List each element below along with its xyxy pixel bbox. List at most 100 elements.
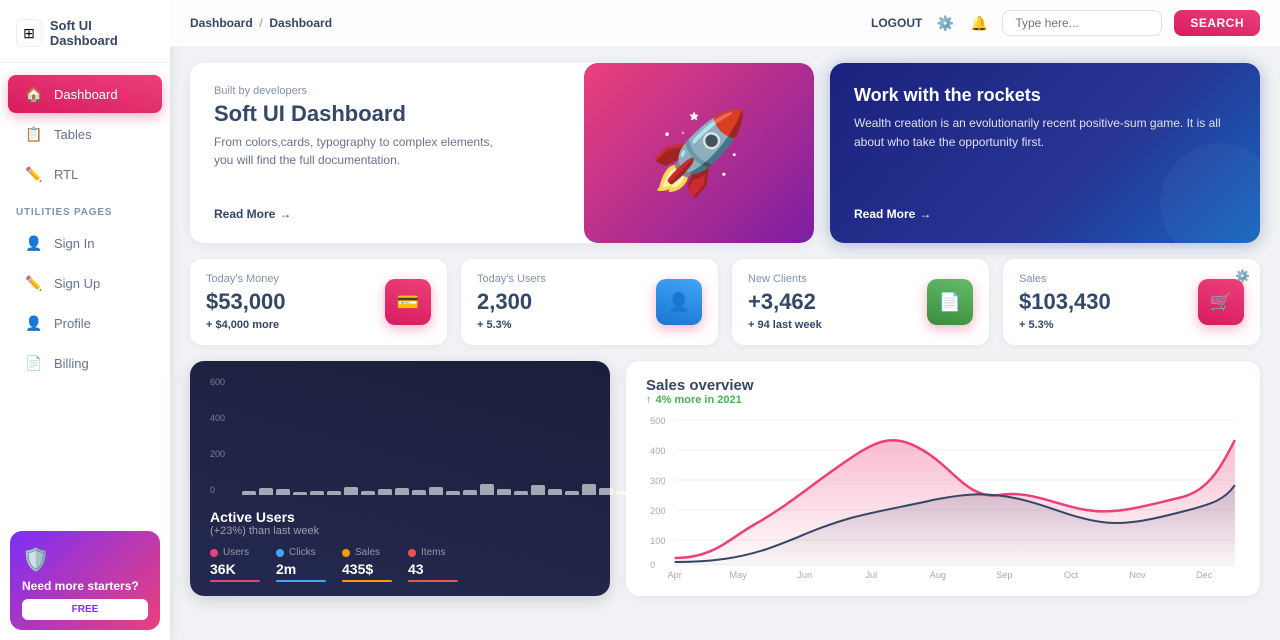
sidebar-item-signup[interactable]: ✏️ Sign Up (8, 264, 162, 302)
sidebar-item-billing[interactable]: 📄 Billing (8, 344, 162, 382)
logout-button[interactable]: LOGOUT (871, 16, 922, 30)
sidebar-item-tables[interactable]: 📋 Tables (8, 115, 162, 153)
legend-sales: Sales 435$ (342, 547, 392, 582)
dark-read-more[interactable]: Read More → (854, 207, 1236, 221)
rocket-icon: 🚀 (649, 106, 749, 200)
sidebar-label-tables: Tables (54, 127, 92, 142)
sidebar-item-rtl[interactable]: ✏️ RTL (8, 155, 162, 193)
header-right: LOGOUT ⚙️ 🔔 SEARCH (871, 10, 1260, 36)
sidebar-label-profile: Profile (54, 316, 91, 331)
promo-button[interactable]: FREE (22, 599, 148, 620)
profile-icon: 👤 (24, 313, 44, 333)
bar-item (446, 491, 460, 495)
hero-rocket-bg: 🚀 (584, 63, 814, 243)
bar-item (310, 491, 324, 495)
sidebar-label-billing: Billing (54, 356, 89, 371)
sidebar: ⊞ Soft UI Dashboard 🏠 Dashboard 📋 Tables… (0, 0, 170, 640)
stat-clients-label: New Clients (748, 273, 822, 285)
utilities-section-label: UTILITIES PAGES (0, 195, 170, 222)
gear-corner-icon[interactable]: ⚙️ (1235, 269, 1250, 283)
legend-items-value: 43 (408, 561, 458, 577)
svg-text:Sep: Sep (996, 570, 1012, 580)
line-chart-subtitle: ↑ 4% more in 2021 (646, 394, 1240, 406)
legend-users-bar (210, 580, 260, 582)
stat-card-sales: ⚙️ Sales $103,430 + 5.3% 🛒 (1003, 259, 1260, 345)
sidebar-logo: ⊞ Soft UI Dashboard (0, 0, 170, 63)
stat-users-info: Today's Users 2,300 + 5.3% (477, 273, 546, 331)
stat-sales-label: Sales (1019, 273, 1111, 285)
line-chart-title: Sales overview (646, 377, 1240, 394)
dark-card-description: Wealth creation is an evolutionarily rec… (854, 114, 1236, 152)
sidebar-item-signin[interactable]: 👤 Sign In (8, 224, 162, 262)
logo-text: Soft UI Dashboard (50, 18, 154, 48)
y-label-600: 600 (210, 377, 225, 387)
legend-users-label: Users (223, 547, 249, 558)
breadcrumb-current: Dashboard (269, 16, 332, 30)
svg-text:Jun: Jun (797, 570, 812, 580)
trending-up-icon: ↑ (646, 394, 652, 406)
legend-sales-dot (342, 549, 350, 557)
legend-items: Items 43 (408, 547, 458, 582)
legend-clicks-dot (276, 549, 284, 557)
main-content: Dashboard / Dashboard LOGOUT ⚙️ 🔔 SEARCH… (170, 0, 1280, 640)
bar-item (480, 484, 494, 495)
line-chart-svg: 500 400 300 200 100 0 (646, 410, 1240, 580)
stat-money-change: + $4,000 more (206, 319, 286, 331)
bar-item (565, 491, 579, 495)
stat-money-value: $53,000 (206, 289, 286, 315)
legend-items-label: Items (421, 547, 445, 558)
svg-text:Apr: Apr (668, 570, 682, 580)
bar-chart-area: 600 400 200 0 (210, 377, 590, 497)
stat-money-icon: 💳 (385, 279, 431, 325)
svg-text:Aug: Aug (930, 570, 946, 580)
bar-item (412, 490, 426, 495)
bar-item (548, 489, 562, 495)
bar-item (259, 488, 273, 495)
bar-item (361, 491, 375, 495)
svg-text:Oct: Oct (1064, 570, 1079, 580)
line-chart-header: Sales overview ↑ 4% more in 2021 (646, 377, 1240, 406)
stat-money-change-text: more (252, 319, 279, 331)
bar-chart-subtitle: (+23%) than last week (210, 525, 590, 537)
hero-read-more-label: Read More (214, 207, 275, 221)
bar-item (633, 483, 647, 495)
notification-icon[interactable]: 🔔 (968, 12, 990, 34)
header: Dashboard / Dashboard LOGOUT ⚙️ 🔔 SEARCH (170, 0, 1280, 47)
bar-item (497, 489, 511, 495)
bar-item (429, 487, 443, 495)
stat-money-info: Today's Money $53,000 + $4,000 more (206, 273, 286, 331)
search-button[interactable]: SEARCH (1174, 10, 1260, 36)
stat-clients-value: +3,462 (748, 289, 822, 315)
charts-row: 600 400 200 0 Active Users (+23%) than l… (190, 361, 1260, 596)
svg-text:Dec: Dec (1196, 570, 1213, 580)
sidebar-label-signup: Sign Up (54, 276, 100, 291)
hero-section: Built by developers Soft UI Dashboard Fr… (190, 63, 1260, 243)
legend-clicks-bar (276, 580, 326, 582)
sidebar-label-signin: Sign In (54, 236, 94, 251)
legend-sales-bar (342, 580, 392, 582)
bar-item (395, 488, 409, 495)
stat-card-clients: New Clients +3,462 + 94 last week 📄 (732, 259, 989, 345)
dark-read-more-label: Read More (854, 207, 915, 221)
legend-sales-value: 435$ (342, 561, 392, 577)
sidebar-item-dashboard[interactable]: 🏠 Dashboard (8, 75, 162, 113)
signup-icon: ✏️ (24, 273, 44, 293)
search-input[interactable] (1002, 10, 1162, 36)
line-chart-card: Sales overview ↑ 4% more in 2021 500 400… (626, 361, 1260, 596)
stat-users-change: + 5.3% (477, 319, 546, 331)
stat-money-label: Today's Money (206, 273, 286, 285)
legend-items-bar (408, 580, 458, 582)
bar-item (599, 488, 613, 495)
bar-item (276, 489, 290, 495)
legend-clicks: Clicks 2m (276, 547, 326, 582)
bar-chart-card: 600 400 200 0 Active Users (+23%) than l… (190, 361, 610, 596)
breadcrumb: Dashboard / Dashboard (190, 16, 861, 30)
billing-icon: 📄 (24, 353, 44, 373)
sidebar-item-profile[interactable]: 👤 Profile (8, 304, 162, 342)
settings-icon[interactable]: ⚙️ (934, 12, 956, 34)
svg-text:0: 0 (650, 560, 655, 570)
bar-item (582, 484, 596, 495)
bar-item (463, 490, 477, 495)
stat-users-value: 2,300 (477, 289, 546, 315)
legend-clicks-value: 2m (276, 561, 326, 577)
